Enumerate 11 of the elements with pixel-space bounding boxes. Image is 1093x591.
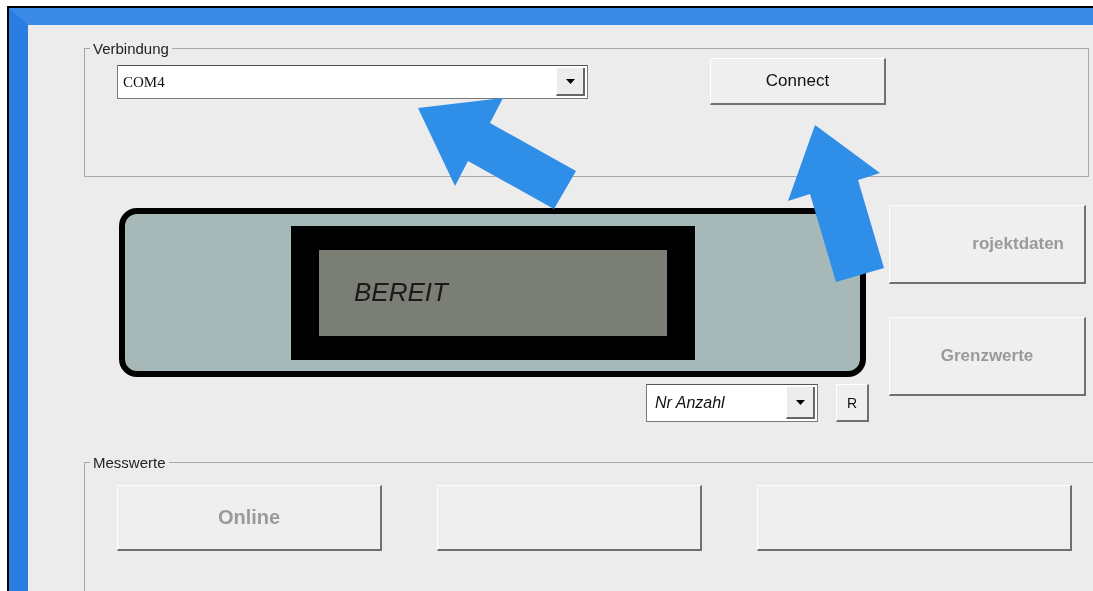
- caret-icon: [795, 399, 805, 405]
- mode-dropdown[interactable]: Nr Anzahl: [646, 384, 818, 422]
- display-text: BEREIT: [354, 277, 448, 308]
- group-title: Verbindung: [92, 40, 170, 57]
- group-title: Messwerte: [92, 454, 167, 471]
- blank-button[interactable]: [757, 485, 1072, 551]
- connect-button[interactable]: Connect: [710, 58, 886, 105]
- reset-button[interactable]: R: [836, 384, 869, 422]
- blank-button[interactable]: [437, 485, 702, 551]
- caret-icon: [565, 78, 575, 84]
- port-dropdown[interactable]: COM4: [117, 65, 588, 99]
